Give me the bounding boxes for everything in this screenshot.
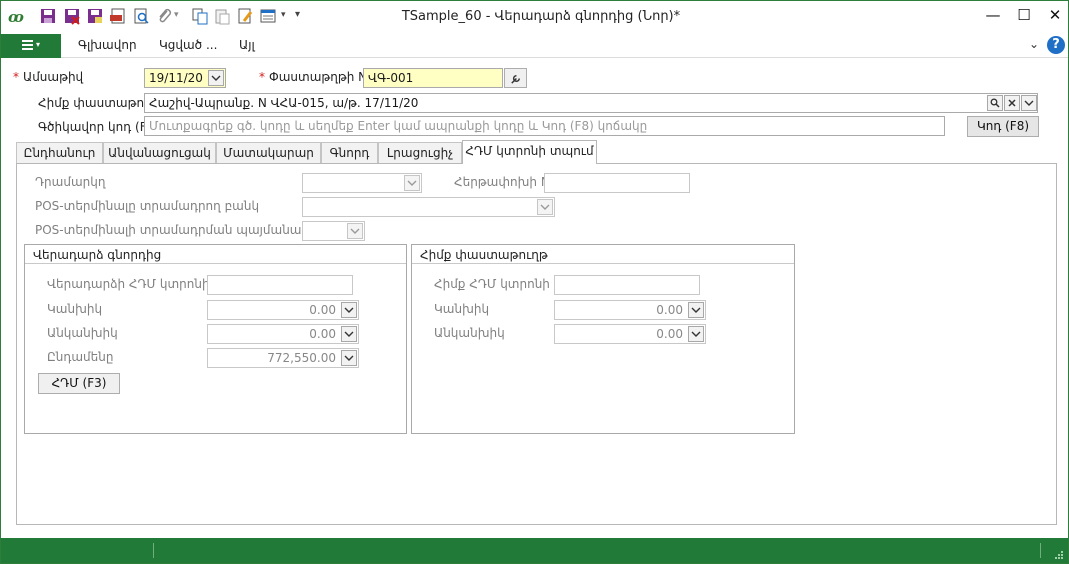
- return-noncash-dropdown-button[interactable]: [341, 326, 357, 342]
- base-noncash-field[interactable]: 0.00: [554, 324, 706, 344]
- return-noncash-label: Անկանխիկ: [47, 326, 118, 340]
- export-pdf-icon[interactable]: [109, 7, 127, 25]
- tab-hdm-receipt-print[interactable]: ՀԴՄ կտրոնի տպում: [462, 140, 597, 164]
- window-title: TSample_60 - Վերադարձ գնորդից (Նոր)*: [401, 9, 681, 24]
- wrench-icon: [511, 74, 520, 84]
- return-group-title: Վերադարձ գնորդից: [33, 248, 162, 262]
- hdm-f3-button[interactable]: ՀԴՄ (F3): [38, 373, 120, 394]
- search-icon[interactable]: [987, 95, 1003, 111]
- cashbox-label: Դրամարկղ: [35, 175, 106, 189]
- customize-quick-access-icon[interactable]: ▾: [295, 9, 305, 27]
- tab-general[interactable]: Ընդհանուր: [16, 142, 103, 163]
- tab-supplier[interactable]: Մատակարար: [216, 142, 321, 163]
- base-noncash-dropdown-button[interactable]: [688, 326, 704, 342]
- return-total-dropdown-button[interactable]: [341, 350, 357, 366]
- group-divider: [25, 263, 406, 264]
- preview-icon[interactable]: [132, 7, 150, 25]
- shift-number-field[interactable]: [544, 173, 690, 193]
- clear-icon[interactable]: [1004, 95, 1020, 111]
- pos-bank-dropdown-button[interactable]: [537, 199, 553, 215]
- resize-grip-icon[interactable]: [1054, 550, 1064, 560]
- base-cash-field[interactable]: 0.00: [554, 300, 706, 320]
- return-noncash-field[interactable]: 0.00: [207, 324, 359, 344]
- ribbon-tab-attached[interactable]: Կցված ...: [159, 38, 217, 52]
- doc-number-label: * Փաստաթղթի N: [259, 70, 368, 84]
- shift-number-label: Հերթափոխի N: [454, 175, 550, 189]
- base-cash-label: Կանխիկ: [434, 302, 490, 316]
- doc-number-field[interactable]: ՎԳ-001: [363, 68, 503, 88]
- ribbon-tab-other[interactable]: Այլ: [239, 38, 255, 52]
- save-icon[interactable]: [39, 7, 57, 25]
- ribbon-tab-home[interactable]: Գլխավոր: [78, 38, 137, 52]
- base-doc-dropdown-button[interactable]: [1021, 95, 1037, 111]
- close-button[interactable]: ✕: [1044, 5, 1066, 25]
- return-from-buyer-group: Վերադարձ գնորդից Վերադարձի ՀԴՄ կտրոնի N …: [24, 244, 407, 434]
- view-dropdown-icon[interactable]: ▾: [281, 10, 289, 28]
- save-close-icon[interactable]: [63, 7, 81, 25]
- group-divider: [412, 263, 794, 264]
- return-receipt-no-label: Վերադարձի ՀԴՄ կտրոնի N: [47, 277, 223, 291]
- view-icon[interactable]: [259, 7, 277, 25]
- maximize-button[interactable]: ☐: [1013, 5, 1035, 25]
- title-bar: ꝏ ▾ ▾ ▾ TSample_60 - Վերադարձ գնորդից (Ն…: [1, 1, 1068, 33]
- barcode-label: Գծիկավոր կոդ (F2): [38, 120, 159, 134]
- menu-icon: [22, 40, 33, 52]
- return-receipt-no-field[interactable]: [207, 275, 353, 295]
- ribbon-bar: ▾ Գլխավոր Կցված ... Այլ ⌄ ?: [1, 34, 1068, 58]
- return-total-field[interactable]: 772,550.00: [207, 348, 359, 368]
- cashbox-dropdown-button[interactable]: [404, 175, 420, 191]
- copy-icon[interactable]: [191, 7, 209, 25]
- return-cash-label: Կանխիկ: [47, 302, 103, 316]
- pos-contract-dropdown-button[interactable]: [347, 223, 363, 239]
- barcode-input[interactable]: Մուտքագրեք գծ. կոդը և սեղմեք Enter կամ ա…: [144, 116, 945, 136]
- app-window: ꝏ ▾ ▾ ▾ TSample_60 - Վերադարձ գնորդից (Ն…: [0, 0, 1069, 564]
- edit-doc-icon[interactable]: [236, 7, 254, 25]
- base-noncash-label: Անկանխիկ: [434, 326, 505, 340]
- base-receipt-no-field[interactable]: [554, 275, 700, 295]
- status-divider: [153, 543, 154, 558]
- tab-additional[interactable]: Լրացուցիչ: [378, 142, 462, 163]
- tab-panel-hdm: Դրամարկղ Հերթափոխի N POS-տերմինալը տրամա…: [16, 163, 1057, 525]
- tab-buyer[interactable]: Գնորդ: [321, 142, 378, 163]
- pos-bank-select[interactable]: [302, 197, 555, 217]
- file-menu-button[interactable]: ▾: [1, 34, 61, 58]
- date-dropdown-button[interactable]: [208, 70, 224, 86]
- attach-dropdown-icon[interactable]: ▾: [174, 10, 182, 28]
- base-document-group: Հիմք փաստաթուղթ Հիմք ՀԴՄ կտրոնի N Կանխիկ…: [411, 244, 795, 434]
- status-bar: [1, 538, 1068, 563]
- minimize-button[interactable]: —: [982, 5, 1004, 25]
- status-divider: [1040, 543, 1041, 558]
- code-f8-button[interactable]: Կոդ (F8): [967, 116, 1039, 137]
- base-cash-dropdown-button[interactable]: [688, 302, 704, 318]
- chevron-down-icon: ▾: [36, 40, 41, 49]
- help-icon[interactable]: ?: [1047, 36, 1065, 54]
- attach-icon[interactable]: [155, 7, 173, 25]
- return-total-label: Ընդամենը: [47, 350, 114, 364]
- pos-bank-label: POS-տերմինալը տրամադրող բանկ: [35, 199, 260, 213]
- pos-contract-label: POS-տերմինալի տրամադրման պայմանագիր: [35, 223, 325, 237]
- save-as-icon[interactable]: [86, 7, 104, 25]
- return-cash-field[interactable]: 0.00: [207, 300, 359, 320]
- app-logo-icon: ꝏ: [8, 8, 24, 26]
- base-group-title: Հիմք փաստաթուղթ: [420, 248, 548, 262]
- date-label: * Ամսաթիվ: [13, 70, 84, 84]
- tab-nomenclature[interactable]: Անվանացուցակ: [103, 142, 216, 163]
- doc-number-generate-button[interactable]: [504, 68, 527, 88]
- base-doc-field[interactable]: Հաշիվ-Ապրանք. N ՎՀԱ-015, ա/թ. 17/11/20: [144, 93, 1038, 113]
- return-cash-dropdown-button[interactable]: [341, 302, 357, 318]
- base-receipt-no-label: Հիմք ՀԴՄ կտրոնի N: [434, 277, 563, 291]
- paste-icon[interactable]: [213, 7, 231, 25]
- collapse-ribbon-icon[interactable]: ⌄: [1029, 37, 1039, 51]
